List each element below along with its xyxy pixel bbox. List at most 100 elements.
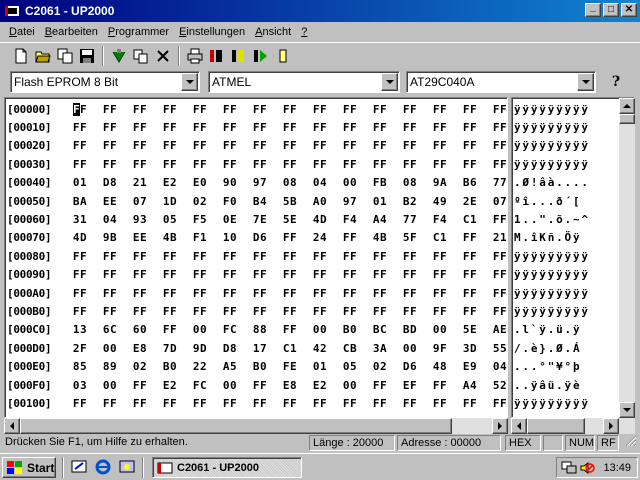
hex-byte[interactable]: FF <box>335 139 365 152</box>
hex-byte[interactable]: A5 <box>215 360 245 373</box>
hex-byte[interactable]: FF <box>455 250 485 263</box>
hex-byte[interactable]: FF <box>425 287 455 300</box>
hex-byte[interactable]: FF <box>185 158 215 171</box>
hex-byte[interactable]: FF <box>485 287 507 300</box>
device-select[interactable]: AT29C040A <box>406 71 596 93</box>
hex-byte[interactable]: 04 <box>305 176 335 189</box>
hex-byte[interactable]: FF <box>425 379 455 392</box>
hex-byte[interactable]: FF <box>275 121 305 134</box>
start-button[interactable]: Start <box>2 457 56 478</box>
hex-byte[interactable]: 48 <box>425 360 455 373</box>
scroll-thumb[interactable] <box>619 114 635 124</box>
hex-byte[interactable]: 01 <box>305 360 335 373</box>
menu-help[interactable]: ? <box>296 26 312 38</box>
hex-byte[interactable]: 17 <box>245 342 275 355</box>
open-button[interactable] <box>32 45 54 67</box>
hex-byte[interactable]: FF <box>65 121 95 134</box>
hex-byte[interactable]: 04 <box>485 360 507 373</box>
hex-byte[interactable]: FF <box>335 268 365 281</box>
scroll-right-button[interactable] <box>603 418 619 434</box>
ascii-row[interactable]: ºî...ð´[ <box>514 192 590 210</box>
ascii-row[interactable]: ÿÿÿÿÿÿÿÿÿ <box>514 118 590 136</box>
hex-byte[interactable]: FF <box>95 305 125 318</box>
hex-byte[interactable]: FF <box>365 397 395 410</box>
print-button[interactable] <box>184 45 206 67</box>
hex-byte[interactable]: FF <box>395 139 425 152</box>
hex-byte[interactable]: 60 <box>125 323 155 336</box>
hex-byte[interactable]: 7D <box>155 342 185 355</box>
hex-byte[interactable]: 21 <box>485 231 507 244</box>
hex-byte[interactable]: FF <box>275 103 305 116</box>
hex-byte[interactable]: FF <box>125 268 155 281</box>
hex-byte[interactable]: FF <box>395 103 425 116</box>
menu-datei[interactable]: Datei <box>4 26 40 38</box>
hex-byte[interactable]: 85 <box>65 360 95 373</box>
menu-bearbeiten[interactable]: Bearbeiten <box>40 26 103 38</box>
hex-byte[interactable]: 2F <box>65 342 95 355</box>
hex-byte[interactable]: C1 <box>455 213 485 226</box>
ascii-row[interactable]: ÿÿÿÿÿÿÿÿÿ <box>514 302 590 320</box>
hex-byte[interactable]: E2 <box>155 379 185 392</box>
hex-byte[interactable]: 9A <box>425 176 455 189</box>
hex-byte[interactable]: FF <box>215 305 245 318</box>
hex-byte[interactable]: FF <box>275 397 305 410</box>
hex-byte[interactable]: 90 <box>215 176 245 189</box>
hex-byte[interactable]: FF <box>455 103 485 116</box>
hex-byte[interactable]: 00 <box>215 379 245 392</box>
hex-byte[interactable]: 97 <box>245 176 275 189</box>
hex-byte[interactable]: FF <box>245 305 275 318</box>
hex-byte[interactable]: FF <box>155 268 185 281</box>
copy-button[interactable] <box>130 45 152 67</box>
hex-byte[interactable]: FF <box>455 287 485 300</box>
hex-byte[interactable]: FF <box>65 305 95 318</box>
hex-byte[interactable]: FF <box>275 231 305 244</box>
hex-byte[interactable]: 4D <box>65 231 95 244</box>
hex-byte[interactable]: BA <box>65 195 95 208</box>
hex-byte[interactable]: A4 <box>455 379 485 392</box>
hex-byte[interactable]: FC <box>215 323 245 336</box>
hex-byte[interactable]: FF <box>305 121 335 134</box>
hex-byte[interactable]: FF <box>305 397 335 410</box>
hex-byte[interactable]: FF <box>485 250 507 263</box>
hex-byte[interactable]: FF <box>425 103 455 116</box>
hex-byte[interactable]: FF <box>155 250 185 263</box>
hex-byte[interactable]: EF <box>395 379 425 392</box>
hex-byte[interactable]: B0 <box>335 323 365 336</box>
hex-byte[interactable]: 31 <box>65 213 95 226</box>
hex-byte[interactable]: FF <box>185 139 215 152</box>
hex-byte[interactable]: 9B <box>95 231 125 244</box>
ascii-horizontal-scrollbar[interactable] <box>511 418 635 434</box>
hex-byte[interactable]: FF <box>365 103 395 116</box>
hex-byte[interactable]: FF <box>95 103 125 116</box>
hex-byte[interactable]: FF <box>125 287 155 300</box>
hex-byte[interactable]: FF <box>125 397 155 410</box>
hex-byte[interactable]: FF <box>455 268 485 281</box>
hex-byte[interactable]: FF <box>365 305 395 318</box>
hex-byte[interactable]: FF <box>275 158 305 171</box>
save-button[interactable] <box>76 45 98 67</box>
hex-byte[interactable]: FF <box>185 121 215 134</box>
quicklaunch-desktop[interactable] <box>70 458 88 476</box>
hex-byte[interactable]: 10 <box>215 231 245 244</box>
hex-byte[interactable]: FF <box>395 268 425 281</box>
hex-byte[interactable]: 5E <box>275 213 305 226</box>
hex-byte[interactable]: F4 <box>425 213 455 226</box>
maximize-button[interactable]: □ <box>603 3 619 17</box>
hex-byte[interactable]: 00 <box>335 176 365 189</box>
hex-byte[interactable]: FF <box>485 139 507 152</box>
hex-byte[interactable]: FF <box>185 250 215 263</box>
hex-byte[interactable]: FF <box>125 158 155 171</box>
hex-byte[interactable]: B2 <box>395 195 425 208</box>
ascii-row[interactable]: ...°"¥°þ <box>514 357 590 375</box>
delete-button[interactable] <box>152 45 174 67</box>
hex-byte[interactable]: FF <box>155 103 185 116</box>
scroll-left-button[interactable] <box>511 418 527 434</box>
hex-byte[interactable]: FF <box>95 268 125 281</box>
hex-byte[interactable]: 7E <box>245 213 275 226</box>
hex-byte[interactable]: 93 <box>125 213 155 226</box>
hex-byte[interactable]: 02 <box>185 195 215 208</box>
hex-byte[interactable]: 89 <box>95 360 125 373</box>
hex-byte[interactable]: FF <box>185 305 215 318</box>
vertical-scrollbar[interactable] <box>619 98 635 418</box>
hex-byte[interactable]: FF <box>275 323 305 336</box>
